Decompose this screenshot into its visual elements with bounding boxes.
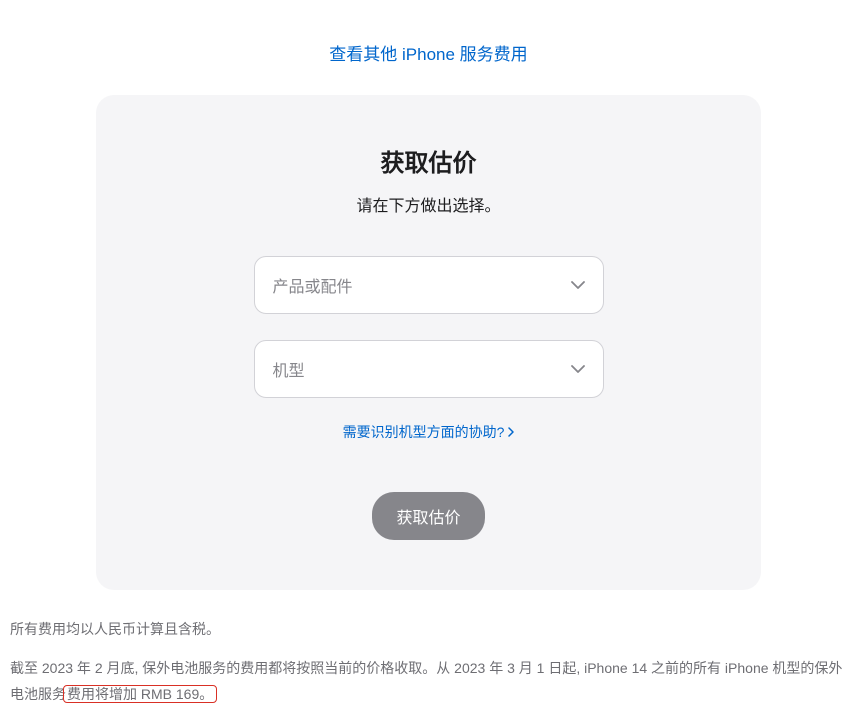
product-select[interactable]: 产品或配件 bbox=[254, 256, 604, 314]
estimate-card: 获取估价 请在下方做出选择。 产品或配件 机型 需要识别机型方面的协助? 获取估… bbox=[96, 95, 761, 590]
help-link-text: 需要识别机型方面的协助? bbox=[343, 422, 505, 442]
card-subtitle: 请在下方做出选择。 bbox=[136, 192, 721, 216]
chevron-down-icon bbox=[571, 365, 585, 373]
highlight-mark: 费用将增加 RMB 169。 bbox=[63, 685, 217, 703]
chevron-down-icon bbox=[571, 281, 585, 289]
model-select-placeholder: 机型 bbox=[273, 357, 305, 381]
get-estimate-button[interactable]: 获取估价 bbox=[372, 492, 484, 540]
footnote-currency: 所有费用均以人民币计算且含税。 bbox=[10, 616, 847, 643]
card-title: 获取估价 bbox=[136, 143, 721, 178]
help-link[interactable]: 需要识别机型方面的协助? bbox=[343, 422, 515, 442]
top-link-container: 查看其他 iPhone 服务费用 bbox=[0, 0, 857, 95]
chevron-right-icon bbox=[508, 424, 514, 440]
other-services-link[interactable]: 查看其他 iPhone 服务费用 bbox=[329, 45, 527, 64]
footnote-section: 所有费用均以人民币计算且含税。 截至 2023 年 2 月底, 保外电池服务的费… bbox=[0, 590, 857, 708]
model-select[interactable]: 机型 bbox=[254, 340, 604, 398]
product-select-wrap: 产品或配件 bbox=[254, 256, 604, 314]
model-select-wrap: 机型 bbox=[254, 340, 604, 398]
product-select-placeholder: 产品或配件 bbox=[273, 273, 353, 297]
